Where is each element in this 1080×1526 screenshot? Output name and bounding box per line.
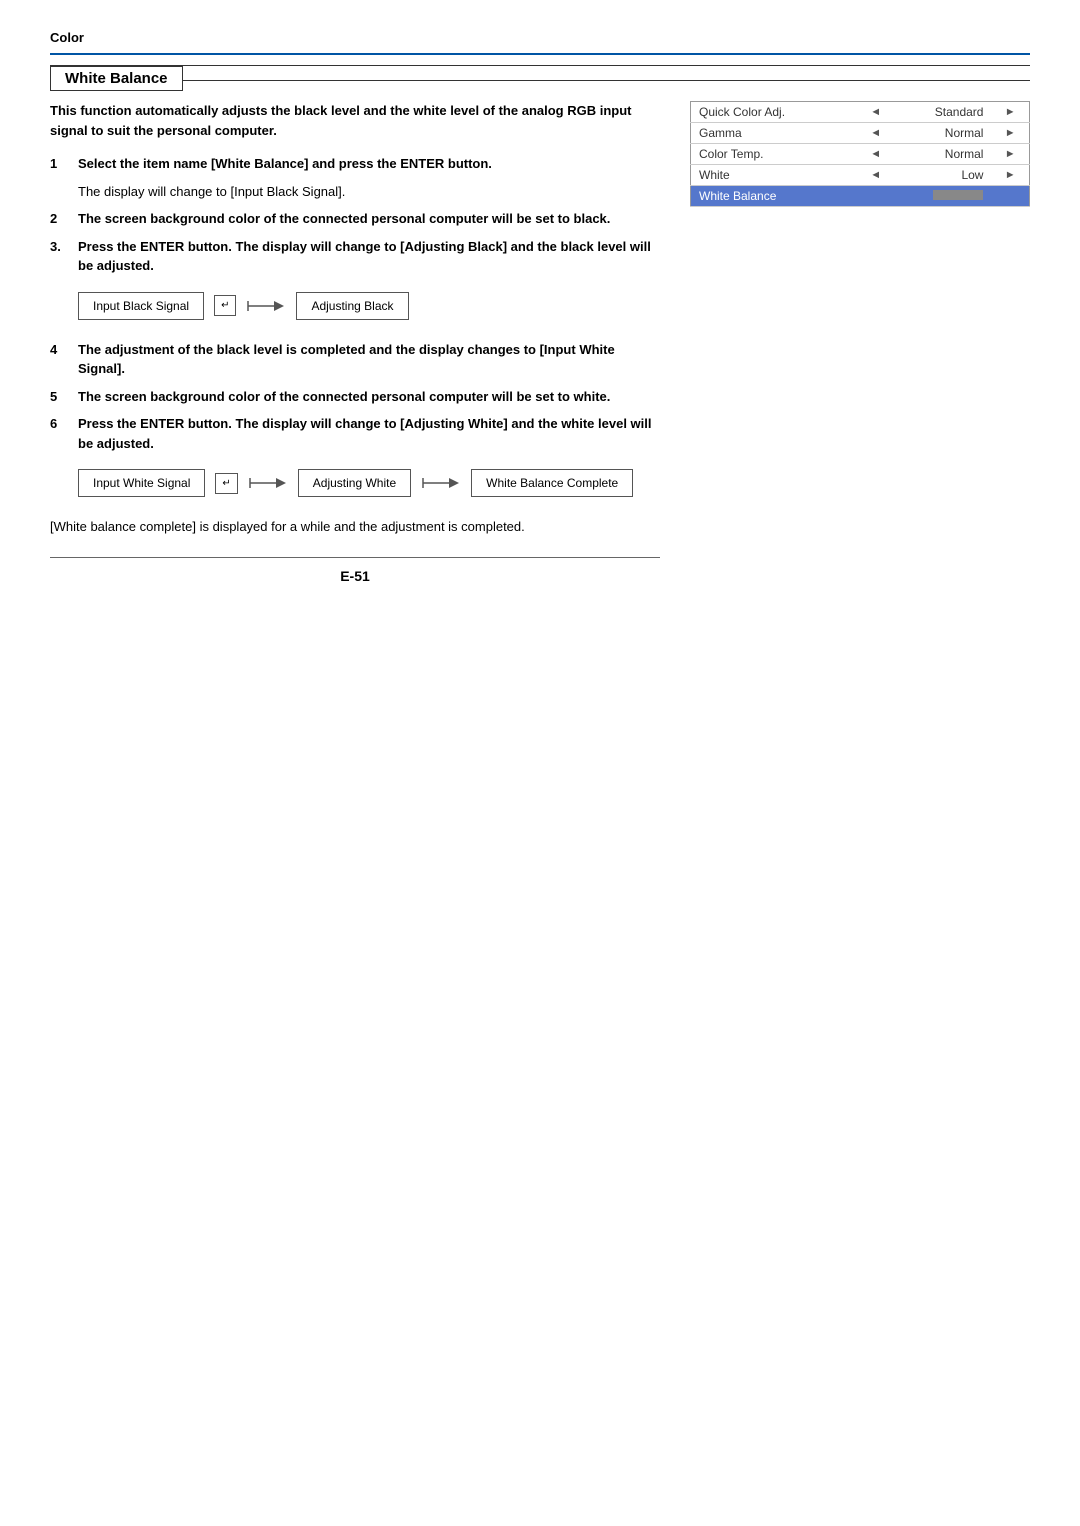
step-num-5: 5 <box>50 387 78 407</box>
menu-row-0: Quick Color Adj.◄Standard► <box>691 102 1030 123</box>
step-text-2: The screen background color of the conne… <box>78 209 610 229</box>
title-row: White Balance <box>50 65 1030 91</box>
step-text-4: The adjustment of the black level is com… <box>78 340 660 379</box>
menu-item-name-3: White <box>691 165 858 186</box>
step-num-3: 3. <box>50 237 78 276</box>
menu-item-value-2: Normal <box>894 144 991 165</box>
page-number: E-51 <box>50 568 660 584</box>
step-num-4: 4 <box>50 340 78 379</box>
menu-row-2: Color Temp.◄Normal► <box>691 144 1030 165</box>
step-2: 2 The screen background color of the con… <box>50 209 660 229</box>
menu-item-value-1: Normal <box>894 123 991 144</box>
step-num-1: 1 <box>50 154 78 174</box>
diag2-arrow1-icon <box>248 471 288 495</box>
wb-progress-bar <box>933 190 983 200</box>
main-content: This function automatically adjusts the … <box>50 91 1030 584</box>
diag1-enter: ↵ <box>214 295 236 316</box>
step-5: 5 The screen background color of the con… <box>50 387 660 407</box>
step-text-5: The screen background color of the conne… <box>78 387 610 407</box>
diag1-box1: Input Black Signal <box>78 292 204 320</box>
menu-right-arrow-0: ► <box>991 102 1029 123</box>
intro-text: This function automatically adjusts the … <box>50 101 660 140</box>
menu-right-arrow-2: ► <box>991 144 1029 165</box>
step-num-6: 6 <box>50 414 78 453</box>
left-column: This function automatically adjusts the … <box>50 91 660 584</box>
menu-item-value-3: Low <box>894 165 991 186</box>
sub-step-1: The display will change to [Input Black … <box>78 182 660 202</box>
menu-item-name-0: Quick Color Adj. <box>691 102 858 123</box>
completion-text: [White balance complete] is displayed fo… <box>50 517 660 537</box>
section-title: White Balance <box>50 66 183 91</box>
diag2-box2: Adjusting White <box>298 469 411 497</box>
section-label: Color <box>50 30 1030 45</box>
menu-left-arrow-4 <box>857 186 894 207</box>
menu-left-arrow-2: ◄ <box>857 144 894 165</box>
diag1-box2: Adjusting Black <box>296 292 408 320</box>
step-text-1: Select the item name [White Balance] and… <box>78 154 492 174</box>
diag2-arrow2-icon <box>421 471 461 495</box>
menu-item-name-4: White Balance <box>691 186 858 207</box>
diagram-2: Input White Signal ↵ Adjusting White Whi… <box>78 469 660 497</box>
menu-item-value-4 <box>894 186 991 207</box>
step-num-2: 2 <box>50 209 78 229</box>
diag2-enter: ↵ <box>215 473 237 494</box>
menu-row-3: White◄Low► <box>691 165 1030 186</box>
menu-right-arrow-1: ► <box>991 123 1029 144</box>
title-line <box>183 80 1030 81</box>
step-1: 1 Select the item name [White Balance] a… <box>50 154 660 174</box>
menu-right-arrow-3: ► <box>991 165 1029 186</box>
right-column: Quick Color Adj.◄Standard►Gamma◄Normal►C… <box>690 91 1030 584</box>
diag2-box3: White Balance Complete <box>471 469 633 497</box>
diag2-box1: Input White Signal <box>78 469 205 497</box>
menu-right-arrow-4 <box>991 186 1029 207</box>
menu-left-arrow-3: ◄ <box>857 165 894 186</box>
menu-item-name-1: Gamma <box>691 123 858 144</box>
step-3: 3. Press the ENTER button. The display w… <box>50 237 660 276</box>
menu-left-arrow-1: ◄ <box>857 123 894 144</box>
menu-table: Quick Color Adj.◄Standard►Gamma◄Normal►C… <box>690 101 1030 207</box>
menu-row-4: White Balance <box>691 186 1030 207</box>
menu-item-value-0: Standard <box>894 102 991 123</box>
diag1-arrow-icon <box>246 294 286 318</box>
step-text-3: Press the ENTER button. The display will… <box>78 237 660 276</box>
menu-item-name-2: Color Temp. <box>691 144 858 165</box>
bottom-rule <box>50 557 660 558</box>
step-6: 6 Press the ENTER button. The display wi… <box>50 414 660 453</box>
diagram-1: Input Black Signal ↵ Adjusting Black <box>78 292 660 320</box>
menu-left-arrow-0: ◄ <box>857 102 894 123</box>
step-4: 4 The adjustment of the black level is c… <box>50 340 660 379</box>
step-text-6: Press the ENTER button. The display will… <box>78 414 660 453</box>
menu-row-1: Gamma◄Normal► <box>691 123 1030 144</box>
top-rule <box>50 53 1030 55</box>
